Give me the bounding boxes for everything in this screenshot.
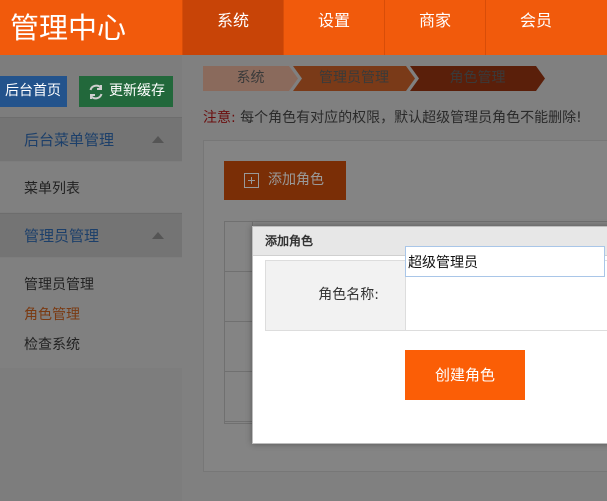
menu-section-title: 后台菜单管理: [24, 131, 115, 149]
refresh-icon: [89, 84, 103, 99]
sidebar-item-admin-manage[interactable]: 管理员管理: [24, 274, 94, 294]
table-row: [225, 322, 253, 372]
breadcrumb-label: 角色管理: [449, 70, 506, 86]
table-row: [225, 222, 253, 272]
menu-section-admin[interactable]: 管理员管理: [0, 213, 182, 257]
menu-section-backend-menu[interactable]: 后台菜单管理: [0, 117, 182, 161]
notice-label: 注意:: [203, 110, 236, 126]
add-role-dialog: 添加角色 角色名称: 创建角色: [252, 226, 607, 444]
role-name-input[interactable]: [405, 246, 605, 277]
logo-title: 管理中心: [10, 11, 127, 45]
sidebar-item-role-manage[interactable]: 角色管理: [24, 304, 80, 324]
nav-tab-settings[interactable]: 设置: [283, 0, 384, 55]
breadcrumb-item[interactable]: 管理员管理: [293, 66, 415, 91]
sidebar-item-check-system[interactable]: 检查系统: [24, 334, 80, 354]
home-button[interactable]: 后台首页: [0, 76, 67, 107]
table-row: [225, 272, 253, 322]
top-nav: 系统 设置 商家 会员: [182, 0, 586, 55]
collapse-arrow-icon[interactable]: [152, 232, 164, 239]
refresh-cache-label: 更新缓存: [109, 83, 165, 99]
nav-tab-merchants[interactable]: 商家: [384, 0, 485, 55]
create-role-button[interactable]: 创建角色: [405, 350, 525, 400]
breadcrumb-item-current: 角色管理: [410, 66, 545, 91]
menu-section-body: 管理员管理 角色管理 检查系统: [0, 258, 182, 368]
menu-section-body: 菜单列表: [0, 162, 182, 212]
notice-message: 每个角色有对应的权限，默认超级管理员角色不能删除!: [240, 110, 582, 126]
menu-section-title: 管理员管理: [24, 227, 100, 245]
sidebar-item-menu-list[interactable]: 菜单列表: [24, 178, 80, 198]
breadcrumb-item[interactable]: 系统: [203, 66, 298, 91]
table-row: [225, 372, 253, 422]
plus-icon: [244, 173, 259, 188]
refresh-cache-button[interactable]: 更新缓存: [79, 76, 173, 107]
role-name-label: 角色名称:: [266, 261, 406, 330]
notice-text: 注意: 每个角色有对应的权限，默认超级管理员角色不能删除!: [203, 107, 582, 127]
sidebar: 后台首页 更新缓存 后台菜单管理 菜单列表 管理员管理 管理员管理 角色管理 检…: [0, 55, 182, 501]
add-role-button[interactable]: 添加角色: [224, 161, 346, 200]
top-header: 管理中心 系统 设置 商家 会员: [0, 0, 607, 55]
breadcrumb-label: 管理员管理: [319, 70, 389, 86]
add-role-label: 添加角色: [268, 172, 324, 188]
nav-tab-members[interactable]: 会员: [485, 0, 586, 55]
nav-tab-system[interactable]: 系统: [182, 0, 283, 55]
collapse-arrow-icon[interactable]: [152, 136, 164, 143]
breadcrumb-label: 系统: [236, 70, 265, 86]
